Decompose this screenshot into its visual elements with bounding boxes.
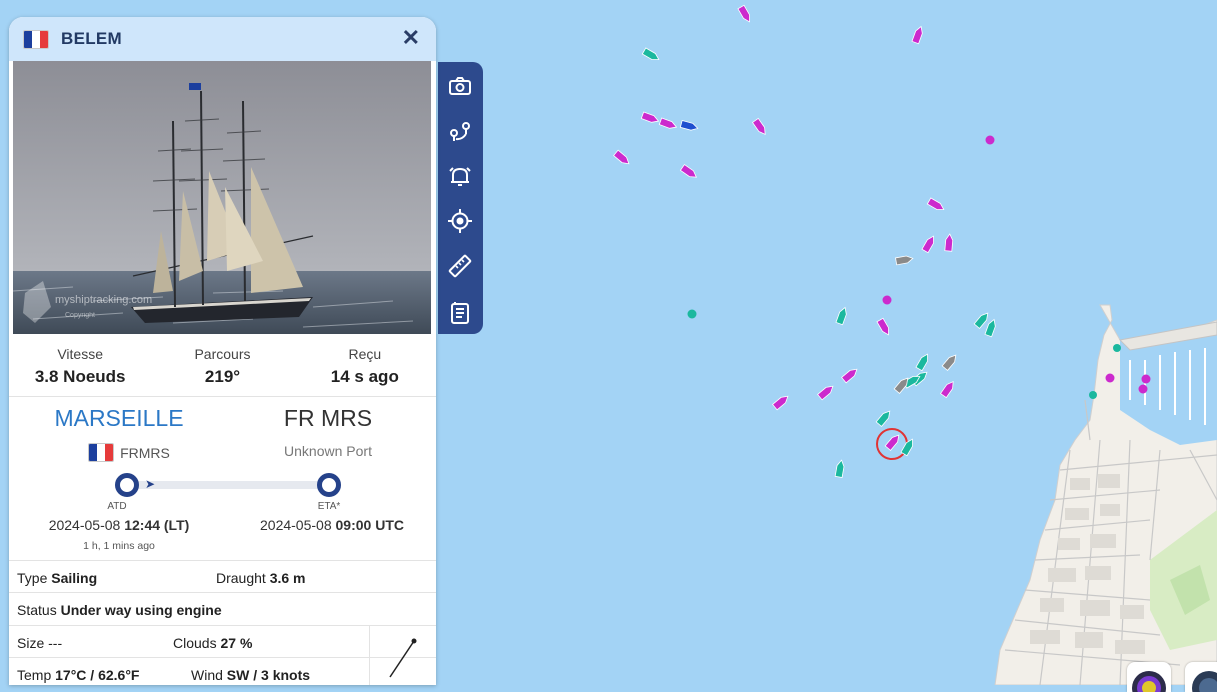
status-value: Under way using engine	[60, 602, 222, 618]
draught-label: Draught	[216, 570, 266, 586]
received-value: 14 s ago	[330, 367, 399, 386]
map-layer-button[interactable]	[1185, 662, 1217, 692]
alarm-bell-icon[interactable]	[447, 163, 473, 189]
atd-elapsed: 1 h, 1 mins ago	[83, 540, 155, 552]
origin-dot	[115, 473, 139, 497]
type-label: Type	[17, 570, 48, 586]
locate-target-icon[interactable]	[447, 208, 473, 234]
route-pins-icon[interactable]	[447, 118, 473, 144]
photo-credit: Copyright	[65, 312, 95, 319]
origin-port-link[interactable]: MARSEILLE	[54, 405, 184, 432]
speed-label: Vitesse	[57, 346, 103, 362]
eta-datetime: 2024-05-08 09:00 UTC	[237, 517, 427, 533]
course-value: 219°	[204, 367, 241, 386]
received-stat: Reçu 14 s ago	[294, 344, 436, 396]
status-field: Status Under way using engine	[17, 602, 222, 618]
size-field: Size ---	[17, 635, 62, 651]
ruler-icon[interactable]	[447, 253, 473, 279]
status-label: Status	[17, 602, 57, 618]
type-field: Type Sailing	[17, 570, 97, 586]
voyage-route: MARSEILLE FR MRS FRMRS Unknown Port ➤ AT…	[9, 397, 436, 560]
france-flag-icon	[88, 443, 115, 462]
size-label: Size	[17, 635, 45, 651]
clouds-value: 27 %	[220, 635, 253, 651]
temp-field: Temp 17°C / 62.6°F	[17, 667, 139, 683]
atd-time: 12:44 (LT)	[124, 517, 190, 533]
atd-label: ATD	[107, 501, 127, 512]
destination-dot	[317, 473, 341, 497]
vessel-stats: Vitesse 3.8 Noeuds Parcours 219° Reçu 14 s …	[9, 344, 436, 397]
wind-value: SW / 3 knots	[226, 667, 311, 683]
vessel-name: BELEM	[61, 29, 122, 48]
france-flag-icon	[23, 29, 49, 49]
panel-header: BELEM ✕	[9, 17, 436, 61]
atd-datetime: 2024-05-08 12:44 (LT)	[29, 517, 209, 533]
close-icon[interactable]: ✕	[402, 25, 420, 51]
origin-code: FRMRS	[69, 443, 189, 462]
anchored-vessel-marker[interactable]	[687, 309, 697, 319]
course-label: Parcours	[194, 346, 251, 362]
anchored-vessel-marker[interactable]	[882, 295, 892, 305]
progress-arrow-icon: ➤	[145, 477, 156, 491]
voyage-progress-bar: ➤	[115, 473, 341, 497]
eta-time: 09:00 UTC	[335, 517, 404, 533]
course-stat: Parcours 219°	[151, 344, 293, 396]
eta-date: 2024-05-08	[260, 517, 332, 533]
speed-stat: Vitesse 3.8 Noeuds	[9, 344, 151, 396]
vessel-toolbar	[438, 62, 483, 334]
atd-date: 2024-05-08	[48, 517, 121, 533]
type-value: Sailing	[51, 570, 98, 586]
status-row: Status Under way using engine	[9, 592, 436, 625]
draught-field: Draught 3.6 m	[216, 570, 306, 586]
vessel-info-panel: BELEM ✕ myshiptracking.com Copyright Vit…	[9, 17, 436, 685]
wind-direction-indicator	[369, 625, 436, 685]
type-draught-row: Type Sailing Draught 3.6 m	[9, 560, 436, 592]
camera-icon[interactable]	[447, 73, 473, 99]
weather-layer-button[interactable]	[1127, 662, 1171, 692]
eta-label: ETA*	[317, 501, 341, 512]
vessel-photo[interactable]: myshiptracking.com Copyright	[13, 61, 431, 334]
destination-port: Unknown Port	[284, 443, 372, 459]
photo-watermark: myshiptracking.com	[55, 294, 152, 306]
clouds-label: Clouds	[173, 635, 217, 651]
anchored-vessel-marker[interactable]	[985, 135, 995, 145]
destination-name: FR MRS	[283, 405, 373, 431]
origin-code-text: FRMRS	[120, 444, 170, 461]
speed-value: 3.8 Noeuds	[34, 367, 126, 386]
wind-field: Wind SW / 3 knots	[191, 667, 310, 683]
draught-value: 3.6 m	[269, 570, 306, 586]
temp-label: Temp	[17, 667, 52, 683]
size-value: ---	[48, 635, 63, 651]
wind-label: Wind	[191, 667, 223, 683]
temp-value: 17°C / 62.6°F	[55, 667, 140, 683]
received-label: Reçu	[348, 346, 382, 362]
document-icon[interactable]	[447, 299, 473, 325]
clouds-field: Clouds 27 %	[173, 635, 252, 651]
